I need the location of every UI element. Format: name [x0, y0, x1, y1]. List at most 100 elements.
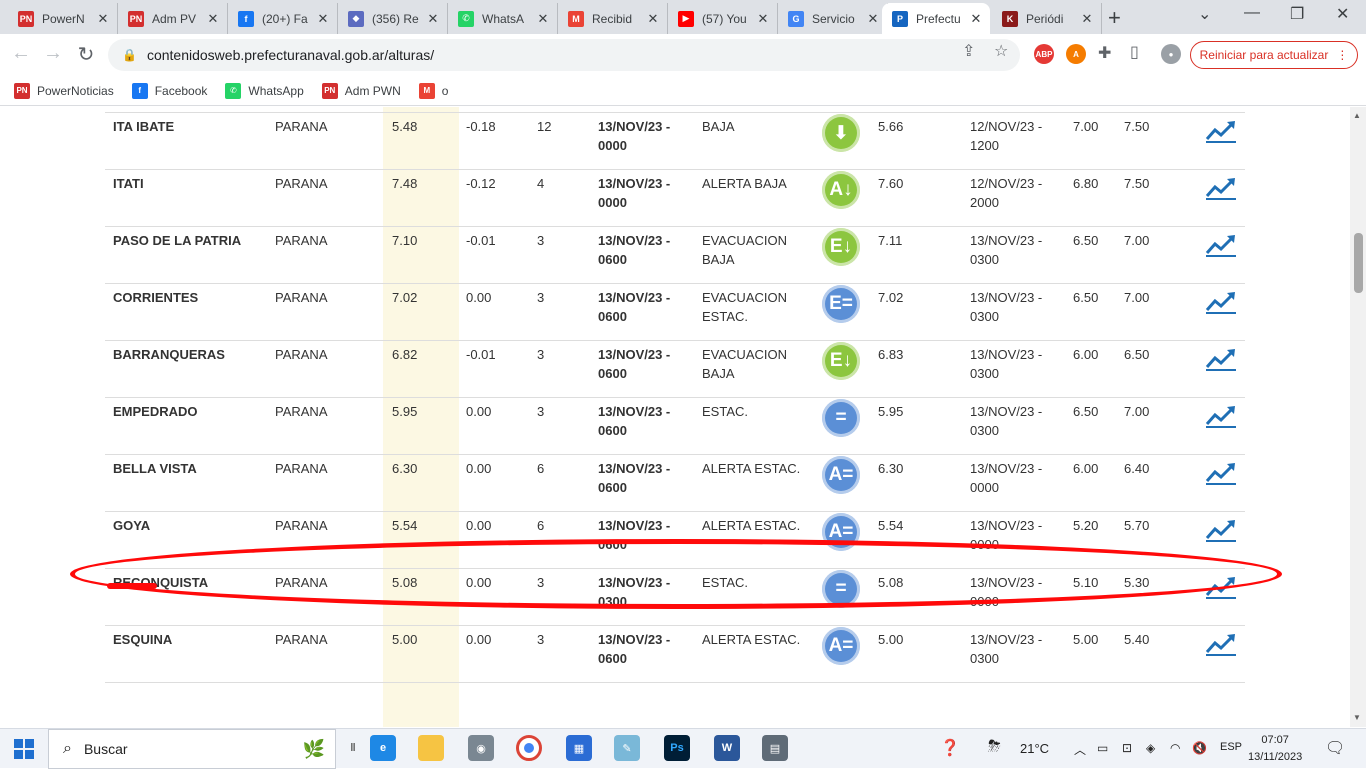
close-window-button[interactable]: ✕ — [1336, 4, 1349, 24]
bookmark-item[interactable]: f Facebook — [131, 82, 207, 99]
camera-app-icon[interactable]: ◉ — [468, 735, 494, 761]
scrollbar-thumb[interactable] — [1354, 233, 1363, 293]
minimize-button[interactable]: — — [1244, 4, 1260, 22]
browser-tab[interactable]: ◆ (356) Re ✕ — [338, 3, 448, 34]
tab-close-icon[interactable]: ✕ — [1079, 11, 1095, 27]
weather-icon[interactable]: ⛈ — [988, 738, 1001, 756]
microsoft-store-icon[interactable]: ▦ — [566, 735, 592, 761]
browser-tab[interactable]: K Periódi ✕ — [992, 3, 1102, 34]
bookmark-item[interactable]: PN Adm PWN — [321, 82, 401, 99]
url-text: contenidosweb.prefecturanaval.gob.ar/alt… — [146, 47, 435, 63]
line-chart-icon[interactable] — [1205, 119, 1237, 143]
scroll-up-arrow-icon[interactable]: ▲ — [1353, 111, 1361, 120]
battery-icon[interactable]: ▭ — [1097, 741, 1108, 755]
line-chart-icon[interactable] — [1205, 404, 1237, 428]
security-shield-icon[interactable]: ◈ — [1146, 741, 1155, 755]
status-text: ALERTA ESTAC. — [702, 461, 801, 476]
new-tab-button[interactable]: + — [1108, 5, 1121, 31]
notepad-app-icon[interactable]: ✎ — [614, 735, 640, 761]
maximize-button[interactable]: ❐ — [1290, 4, 1304, 24]
address-bar[interactable]: 🔒 contenidosweb.prefecturanaval.gob.ar/a… — [108, 39, 1020, 71]
profile-avatar-icon[interactable]: ● — [1161, 44, 1181, 64]
tab-close-icon[interactable]: ✕ — [425, 11, 441, 27]
internet-explorer-icon[interactable]: e — [370, 735, 396, 761]
status-text: ALERTA BAJA — [702, 176, 787, 191]
share-icon[interactable]: ⇪ — [962, 41, 975, 61]
extension-a-icon[interactable]: A — [1066, 44, 1086, 64]
tab-close-icon[interactable]: ✕ — [95, 11, 111, 27]
forward-button[interactable]: → — [40, 42, 66, 65]
river-name: PARANA — [275, 404, 328, 419]
notifications-icon[interactable]: 🗨 — [1325, 738, 1345, 758]
line-chart-icon[interactable] — [1205, 575, 1237, 599]
wifi-icon[interactable]: ◠ — [1170, 741, 1180, 755]
word-icon[interactable]: W — [714, 735, 740, 761]
table-row: GOYA PARANA 5.54 0.00 6 13/NOV/23 -0600 ALERTA… — [105, 512, 1245, 569]
photoshop-icon[interactable]: Ps — [664, 735, 690, 761]
side-panel-icon[interactable]: ▯ — [1130, 42, 1139, 62]
browser-tab[interactable]: PN PowerN ✕ — [8, 3, 118, 34]
current-level: 5.00 — [392, 632, 418, 647]
line-chart-icon[interactable] — [1205, 347, 1237, 371]
evacuation-level: 7.00 — [1124, 290, 1150, 305]
file-explorer-icon[interactable] — [418, 735, 444, 761]
table-row: PASO DE LA PATRIA PARANA 7.10 -0.01 3 13/NOV/… — [105, 227, 1245, 284]
scroll-down-arrow-icon[interactable]: ▼ — [1353, 713, 1361, 722]
reload-button[interactable]: ↻ — [73, 42, 99, 67]
reading-date: 13/NOV/23 -0000 — [598, 119, 671, 153]
bookmark-item[interactable]: ✆ WhatsApp — [225, 82, 304, 99]
adblock-extension-icon[interactable]: ABP — [1034, 44, 1054, 64]
tab-close-icon[interactable]: ✕ — [205, 11, 221, 27]
browser-tab[interactable]: PN Adm PV ✕ — [118, 3, 228, 34]
tab-title: (356) Re — [372, 11, 419, 26]
browser-tab[interactable]: ▶ (57) You ✕ — [668, 3, 778, 34]
line-chart-icon[interactable] — [1205, 233, 1237, 257]
browser-tab[interactable]: f (20+) Fa ✕ — [228, 3, 338, 34]
tab-close-icon[interactable]: ✕ — [315, 11, 331, 27]
input-language[interactable]: ESP — [1220, 741, 1242, 753]
status-text: EVACUACION BAJA — [702, 347, 787, 381]
speaker-muted-icon[interactable]: 🔇 — [1192, 741, 1207, 755]
windows-start-button[interactable] — [14, 739, 34, 759]
variation: 0.00 — [466, 290, 492, 305]
evacuation-level: 5.40 — [1124, 632, 1150, 647]
bookmark-item[interactable]: PN PowerNoticias — [14, 82, 114, 99]
chrome-icon[interactable] — [516, 735, 542, 761]
extensions-puzzle-icon[interactable]: ✚ — [1098, 43, 1111, 63]
relaunch-to-update-button[interactable]: Reiniciar para actualizar ⋮ — [1190, 41, 1358, 69]
tab-close-icon[interactable]: ✕ — [535, 11, 551, 27]
show-hidden-icons-chevron-icon[interactable]: ︿ — [1074, 741, 1086, 758]
line-chart-icon[interactable] — [1205, 176, 1237, 200]
tab-close-icon[interactable]: ✕ — [968, 11, 984, 27]
bookmark-item[interactable]: Mo — [418, 82, 448, 99]
tab-close-icon[interactable]: ✕ — [755, 11, 771, 27]
period-hours: 3 — [537, 347, 545, 362]
line-chart-icon[interactable] — [1205, 461, 1237, 485]
calculator-icon[interactable]: ▤ — [762, 735, 788, 761]
browser-tab[interactable]: P Prefectu ✕ — [882, 3, 990, 34]
tab-search-chevron-icon[interactable]: ⌄ — [1198, 4, 1211, 24]
lock-icon[interactable]: 🔒 — [122, 48, 137, 62]
chat-bubble-icon: ◆ — [348, 10, 364, 27]
tab-title: (57) You — [702, 11, 747, 26]
task-view-icon[interactable]: ‖ — [340, 735, 366, 761]
browser-tab[interactable]: ✆ WhatsA ✕ — [448, 3, 558, 34]
help-icon[interactable]: ❓ — [940, 738, 960, 758]
tab-close-icon[interactable]: ✕ — [645, 11, 661, 27]
taskbar-search-box[interactable]: ⌕ Buscar 🌿 — [48, 729, 336, 769]
page-scrollbar[interactable]: ▲ ▼ — [1350, 107, 1366, 727]
back-button[interactable]: ← — [8, 42, 34, 65]
weather-temperature[interactable]: 21°C — [1020, 741, 1049, 756]
tab-close-icon[interactable]: ✕ — [865, 11, 881, 27]
bookmark-star-icon[interactable]: ☆ — [994, 41, 1008, 61]
line-chart-icon[interactable] — [1205, 290, 1237, 314]
previous-date: 12/NOV/23 -2000 — [970, 176, 1043, 210]
line-chart-icon[interactable] — [1205, 518, 1237, 542]
usb-device-icon[interactable]: ⊡ — [1122, 741, 1132, 755]
k-logo-icon: K — [1002, 10, 1018, 27]
tab-title: WhatsA — [482, 11, 525, 26]
browser-tab[interactable]: G Servicio ✕ — [778, 3, 888, 34]
line-chart-icon[interactable] — [1205, 632, 1237, 656]
browser-tab[interactable]: M Recibid ✕ — [558, 3, 668, 34]
taskbar-clock[interactable]: 07:07 13/11/2023 — [1248, 732, 1302, 766]
